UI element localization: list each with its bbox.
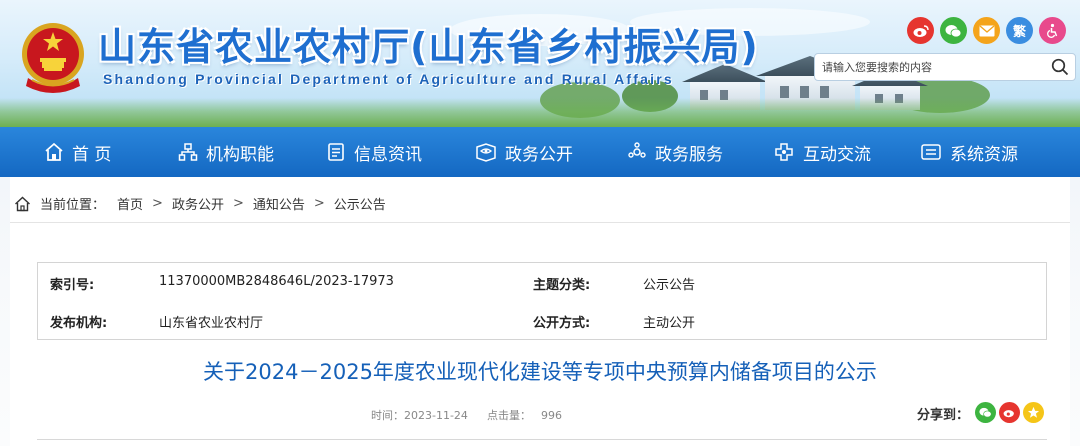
method-label: 公开方式: [533, 316, 591, 331]
publish-time: 时间：2023-11-24 [371, 407, 468, 423]
location-home-icon [15, 196, 30, 211]
topic-label: 主题分类: [533, 278, 591, 293]
system-icon [921, 144, 941, 160]
banner-fields [0, 98, 1080, 127]
clicks-value: 996 [541, 409, 562, 422]
nav-label: 机构职能 [206, 144, 274, 165]
breadcrumb-link-home[interactable]: 首页 [117, 194, 143, 213]
search-input[interactable] [815, 54, 1045, 80]
breadcrumb-separator: > [232, 196, 244, 211]
nav-label: 政务服务 [655, 144, 723, 165]
wechat-icon[interactable] [940, 17, 967, 44]
site-subtitle: Shandong Provincial Department of Agricu… [103, 71, 674, 87]
nav-item-open-affairs[interactable]: 政务公开 [475, 127, 573, 177]
interaction-icon [775, 143, 793, 161]
main-nav: 首 页 机构职能 信息资讯 政务公开 政务服务 互动交流 系统资源 [0, 127, 1080, 177]
nav-label: 政务公开 [505, 144, 573, 165]
metadata-table: 索引号: 11370000MB2848646L/2023-17973 主题分类:… [37, 262, 1047, 340]
click-count: 点击量： 996 [487, 407, 562, 423]
nav-item-info[interactable]: 信息资讯 [326, 127, 422, 177]
weibo-share-icon[interactable] [999, 402, 1020, 423]
breadcrumb: 当前位置： 首页 > 政务公开 > 通知公告 > 公示公告 [14, 194, 386, 213]
national-emblem-logo [22, 23, 84, 93]
nav-item-org[interactable]: 机构职能 [178, 127, 274, 177]
home-icon [45, 142, 63, 161]
search-button[interactable] [1045, 54, 1075, 80]
service-icon [628, 142, 646, 158]
breadcrumb-separator: > [313, 196, 325, 211]
method-value: 主动公开 [643, 316, 696, 331]
nav-item-services[interactable]: 政务服务 [627, 127, 723, 177]
index-value: 11370000MB2848646L/2023-17973 [159, 274, 394, 289]
document-icon [328, 143, 344, 161]
open-affairs-icon [476, 143, 496, 162]
breadcrumb-link-notices[interactable]: 通知公告 [253, 194, 305, 213]
nav-label: 互动交流 [803, 144, 871, 165]
nav-item-interaction[interactable]: 互动交流 [773, 127, 871, 177]
search-box [814, 53, 1076, 81]
weibo-icon[interactable] [907, 17, 934, 44]
nav-item-home[interactable]: 首 页 [44, 127, 111, 177]
publisher-label: 发布机构: [50, 316, 108, 331]
nav-item-system[interactable]: 系统资源 [920, 127, 1018, 177]
accessibility-icon[interactable] [1039, 17, 1066, 44]
breadcrumb-separator: > [152, 196, 163, 211]
nav-label: 信息资讯 [354, 144, 422, 165]
breadcrumb-prefix: 当前位置： [40, 198, 106, 213]
header-share-icons: 繁 [907, 17, 1066, 44]
share-label: 分享到： [917, 408, 970, 423]
article-divider [37, 439, 1047, 440]
time-value: 2023-11-24 [404, 409, 468, 422]
publisher-value: 山东省农业农村厅 [159, 316, 264, 331]
nav-label: 首 页 [72, 144, 112, 165]
article-title: 关于2024－2025年度农业现代化建设等专项中央预算内储备项目的公示 [203, 360, 877, 384]
site-header: 山东省农业农村厅(山东省乡村振兴局) Shandong Provincial D… [0, 0, 1080, 127]
index-label: 索引号: [50, 278, 95, 293]
qzone-share-icon[interactable] [1023, 402, 1044, 423]
mail-icon[interactable] [973, 17, 1000, 44]
breadcrumb-link-announcements[interactable]: 公示公告 [334, 194, 386, 213]
nav-label: 系统资源 [950, 144, 1018, 165]
traditional-chinese-toggle[interactable]: 繁 [1006, 17, 1033, 44]
breadcrumb-divider [10, 222, 1070, 223]
search-icon [1051, 58, 1069, 76]
site-title[interactable]: 山东省农业农村厅(山东省乡村振兴局) [98, 16, 759, 71]
breadcrumb-link-open-affairs[interactable]: 政务公开 [172, 194, 224, 213]
topic-value: 公示公告 [643, 278, 696, 293]
time-label: 时间： [371, 409, 404, 422]
clicks-label: 点击量： [487, 409, 531, 422]
article-share-icons [975, 402, 1044, 423]
org-icon [178, 143, 198, 161]
wechat-share-icon[interactable] [975, 402, 996, 423]
